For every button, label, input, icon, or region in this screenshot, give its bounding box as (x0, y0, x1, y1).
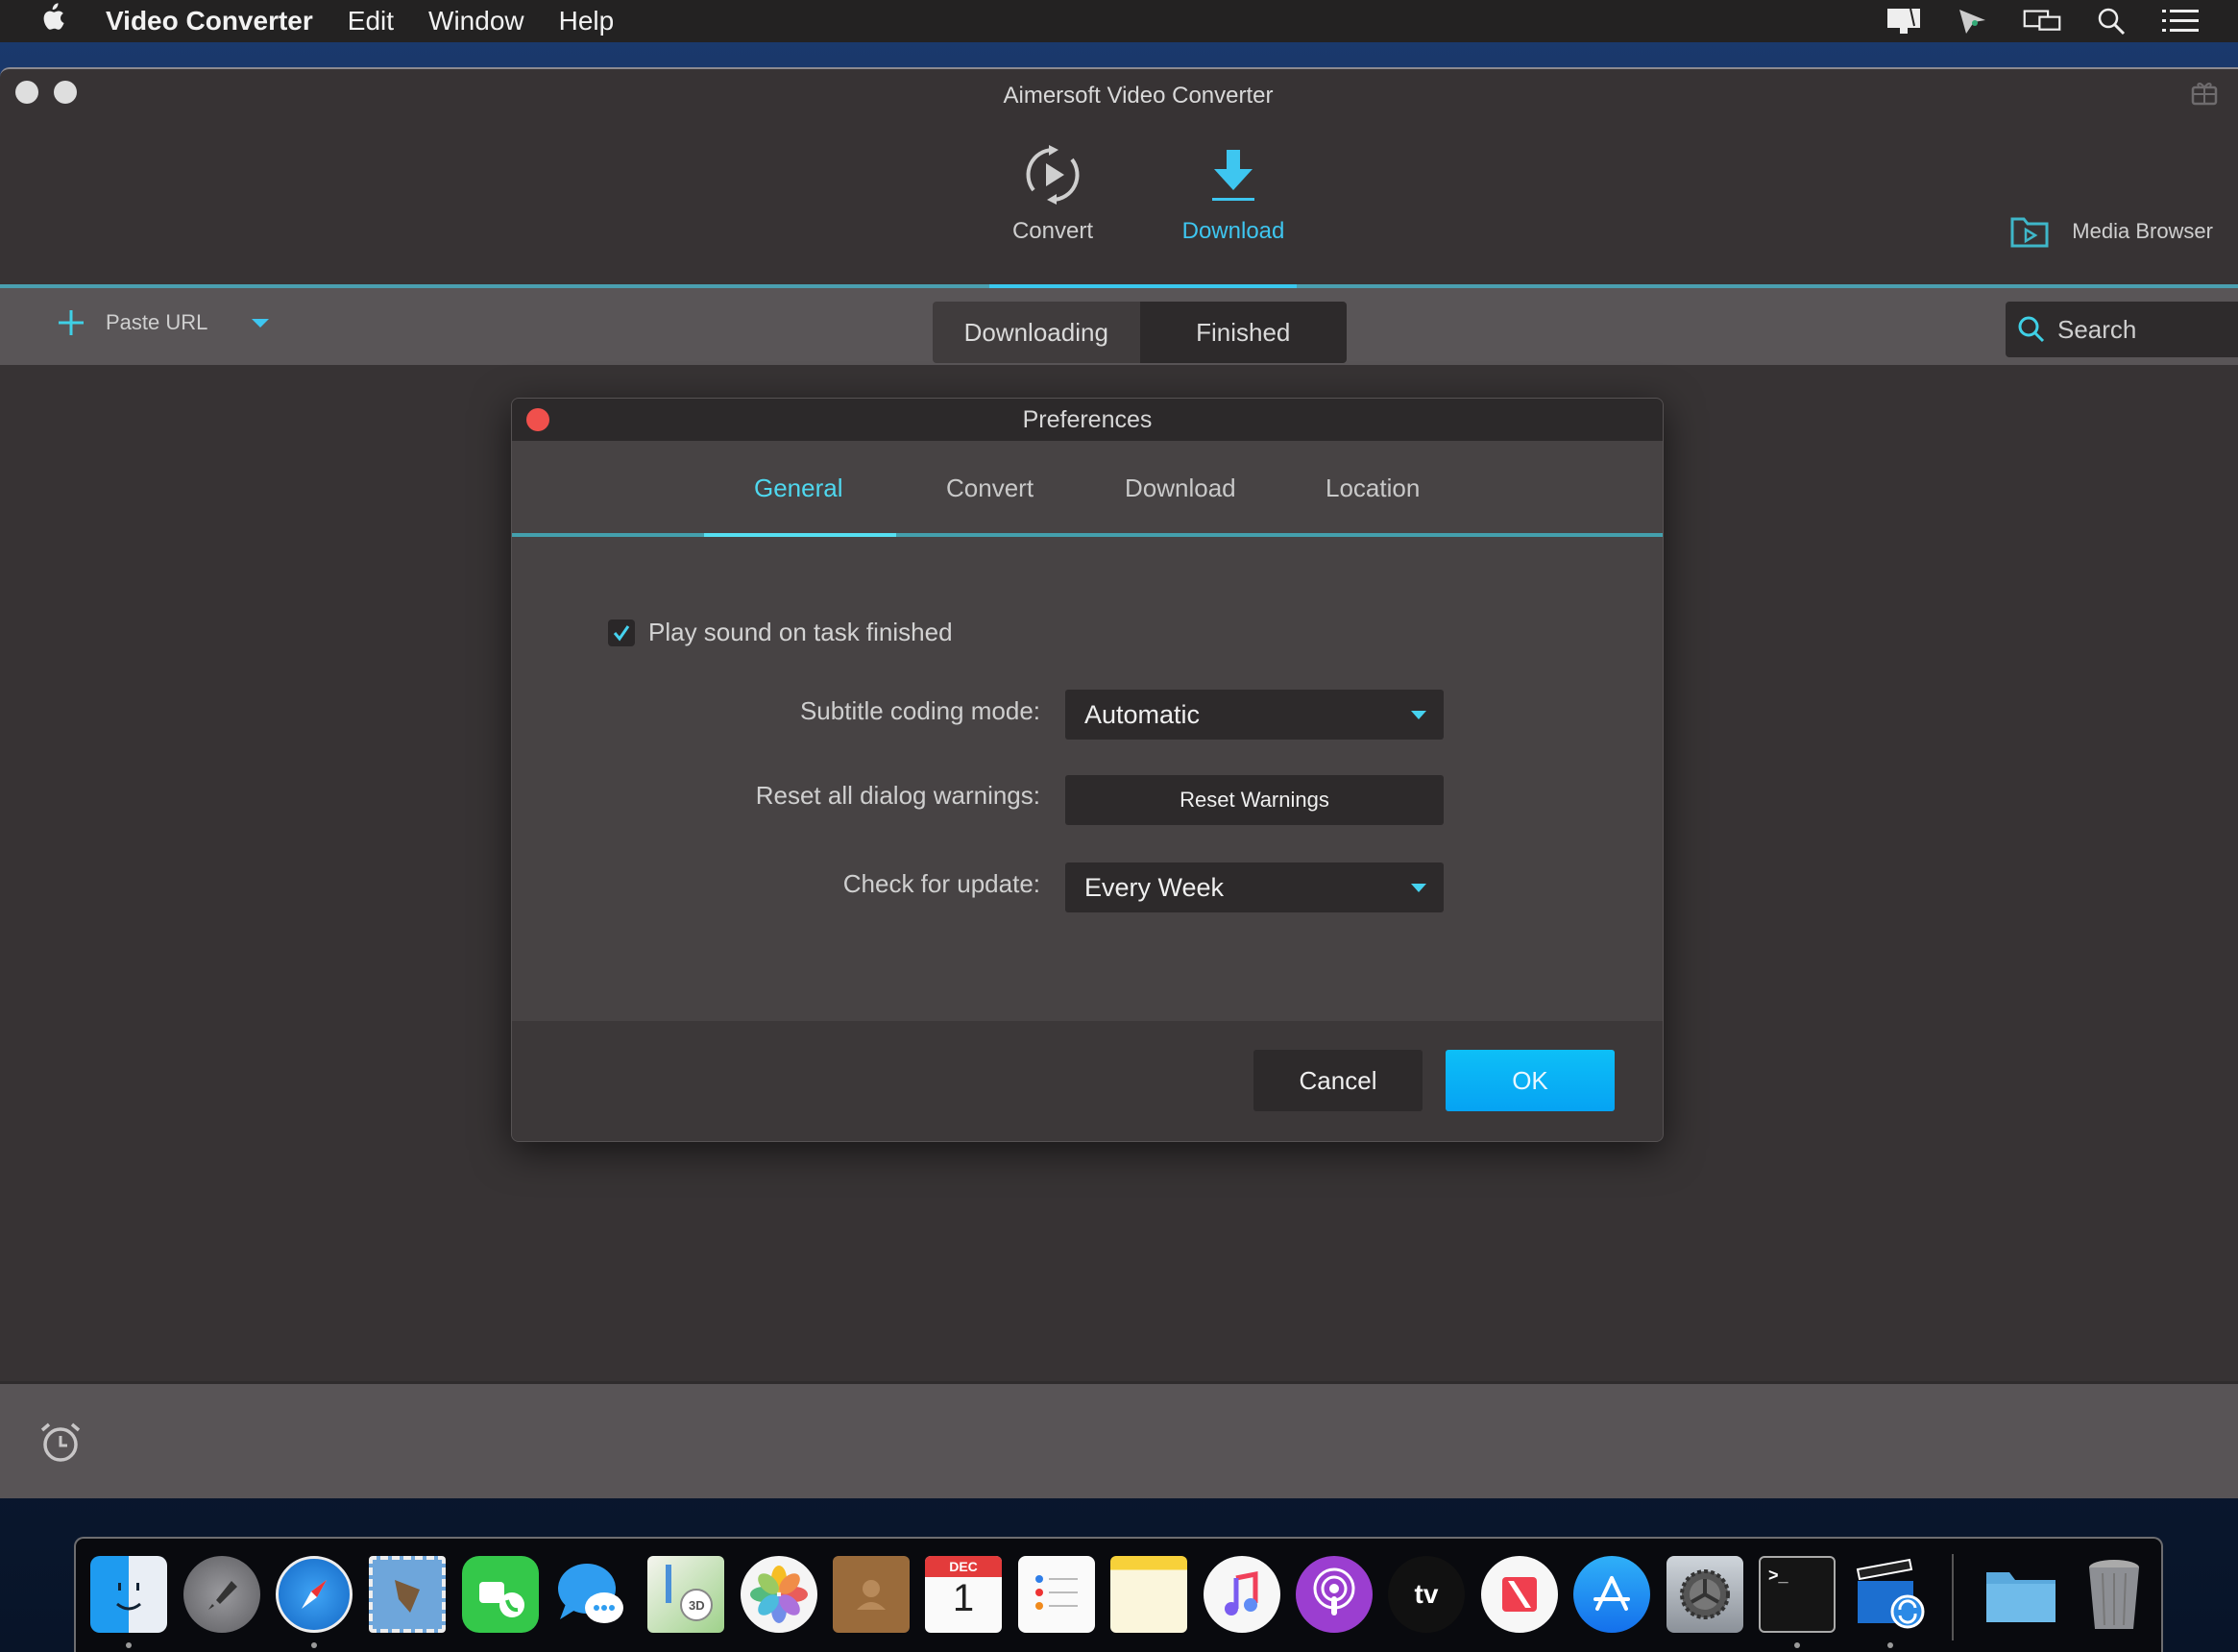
running-indicator (1794, 1642, 1800, 1648)
tab-download[interactable]: Download (1125, 474, 1236, 503)
dock-system-preferences-icon[interactable] (1666, 1556, 1743, 1633)
window-footer (0, 1381, 2238, 1498)
paste-url-dropdown-icon[interactable] (252, 318, 270, 328)
dock-safari-icon[interactable] (276, 1556, 353, 1633)
tab-convert[interactable]: Convert (946, 474, 1034, 503)
tv-label: tv (1414, 1579, 1439, 1609)
dock-maps-icon[interactable]: 3D (647, 1556, 724, 1633)
search-placeholder: Search (2057, 314, 2137, 344)
running-indicator (311, 1642, 317, 1648)
running-indicator (126, 1642, 132, 1648)
tab-general[interactable]: General (754, 474, 843, 503)
menu-app-name[interactable]: Video Converter (106, 6, 313, 36)
dock-separator (1952, 1554, 1954, 1640)
media-browser-button[interactable]: Media Browser (2010, 215, 2213, 248)
reset-warnings-button[interactable]: Reset Warnings (1065, 775, 1444, 825)
toolbar: Paste URL Downloading Finished Search (0, 288, 2238, 365)
media-browser-label: Media Browser (2072, 219, 2213, 243)
search-input[interactable]: Search (2006, 302, 2238, 357)
nav-convert-label: Convert (1011, 218, 1094, 244)
control-center-list-icon[interactable] (2161, 6, 2200, 36)
paste-url-label: Paste URL (106, 310, 208, 334)
cancel-button[interactable]: Cancel (1253, 1050, 1423, 1111)
terminal-prompt: >_ (1768, 1566, 1788, 1585)
dock-calendar-icon[interactable]: DEC 1 (925, 1556, 1002, 1633)
dock-video-converter-icon[interactable] (1852, 1556, 1929, 1633)
scheduled-task-alarm-icon[interactable] (38, 1421, 83, 1465)
general-settings-panel: Play sound on task finished Subtitle cod… (512, 537, 1663, 998)
dock-contacts-icon[interactable] (833, 1556, 910, 1633)
dock-podcasts-icon[interactable] (1296, 1556, 1373, 1633)
dock-messages-icon[interactable] (554, 1556, 631, 1633)
check-update-value: Every Week (1084, 872, 1225, 902)
dock-tv-icon[interactable]: tv (1388, 1556, 1465, 1633)
calendar-day: 1 (952, 1577, 975, 1619)
preferences-dialog: Preferences General Convert Download Loc… (511, 398, 1664, 1142)
check-update-label: Check for update: (842, 869, 1040, 898)
cursor-app-icon[interactable] (1954, 6, 1992, 36)
dialog-close-button[interactable] (526, 408, 549, 431)
play-sound-checkbox[interactable] (608, 619, 635, 646)
calendar-month: DEC (925, 1556, 1002, 1577)
window-title: Aimersoft Video Converter (1003, 83, 1274, 109)
dock-mail-icon[interactable] (369, 1556, 446, 1633)
menu-bar: Video Converter Edit Window Help (0, 0, 2238, 42)
plus-icon (59, 310, 84, 335)
play-sound-row: Play sound on task finished (608, 618, 953, 647)
apple-menu-icon[interactable] (38, 2, 67, 40)
nav-download-label: Download (1181, 218, 1285, 244)
gift-icon[interactable] (2190, 79, 2219, 106)
dock-facetime-icon[interactable] (462, 1556, 539, 1633)
checkmark-icon (613, 624, 630, 641)
download-status-segmented-control: Downloading Finished (933, 302, 1347, 363)
segment-finished[interactable]: Finished (1139, 302, 1347, 363)
dialog-title: Preferences (1022, 406, 1153, 433)
dock-terminal-icon[interactable]: >_ (1759, 1556, 1836, 1633)
dock-trash-icon[interactable] (2076, 1556, 2153, 1633)
check-update-select[interactable]: Every Week (1065, 862, 1444, 912)
menu-help[interactable]: Help (559, 6, 615, 36)
preferences-tabs: General Convert Download Location (512, 441, 1663, 537)
dock-photos-icon[interactable] (741, 1556, 817, 1633)
dock: 3D DEC 1 tv >_ (74, 1537, 2163, 1652)
dock-app-store-icon[interactable] (1573, 1556, 1650, 1633)
download-icon (1156, 141, 1310, 208)
spotlight-search-icon[interactable] (2092, 6, 2130, 36)
chevron-down-icon (1411, 711, 1426, 719)
play-sound-label: Play sound on task finished (648, 618, 953, 646)
dock-reminders-icon[interactable] (1018, 1556, 1095, 1633)
dock-downloads-folder-icon[interactable] (1983, 1556, 2059, 1633)
subtitle-mode-label: Subtitle coding mode: (799, 696, 1040, 725)
ok-button[interactable]: OK (1446, 1050, 1615, 1111)
subtitle-mode-value: Automatic (1084, 699, 1201, 729)
tab-location[interactable]: Location (1326, 474, 1420, 503)
convert-icon (976, 141, 1130, 208)
menu-edit[interactable]: Edit (348, 6, 394, 36)
svg-text:3D: 3D (689, 1598, 705, 1613)
screen-share-icon[interactable] (1885, 6, 1923, 36)
dialog-footer: Cancel OK (512, 1021, 1663, 1141)
dock-launchpad-icon[interactable] (183, 1556, 260, 1633)
dock-news-icon[interactable] (1481, 1556, 1558, 1633)
chevron-down-icon (1411, 884, 1426, 892)
segment-downloading[interactable]: Downloading (933, 302, 1140, 363)
dock-music-icon[interactable] (1204, 1556, 1280, 1633)
nav-convert[interactable]: Convert (976, 141, 1130, 245)
dialog-titlebar: Preferences (512, 399, 1663, 441)
search-icon (2018, 316, 2045, 343)
reset-warnings-label: Reset all dialog warnings: (755, 781, 1040, 810)
subtitle-mode-select[interactable]: Automatic (1065, 690, 1444, 740)
media-folder-icon (2010, 217, 2049, 248)
nav-download[interactable]: Download (1156, 141, 1310, 245)
dock-finder-icon[interactable] (90, 1556, 167, 1633)
displays-icon[interactable] (2023, 6, 2061, 36)
dock-notes-icon[interactable] (1110, 1556, 1187, 1633)
menu-window[interactable]: Window (428, 6, 524, 36)
running-indicator (1887, 1642, 1893, 1648)
paste-url-button[interactable]: Paste URL (58, 309, 270, 336)
